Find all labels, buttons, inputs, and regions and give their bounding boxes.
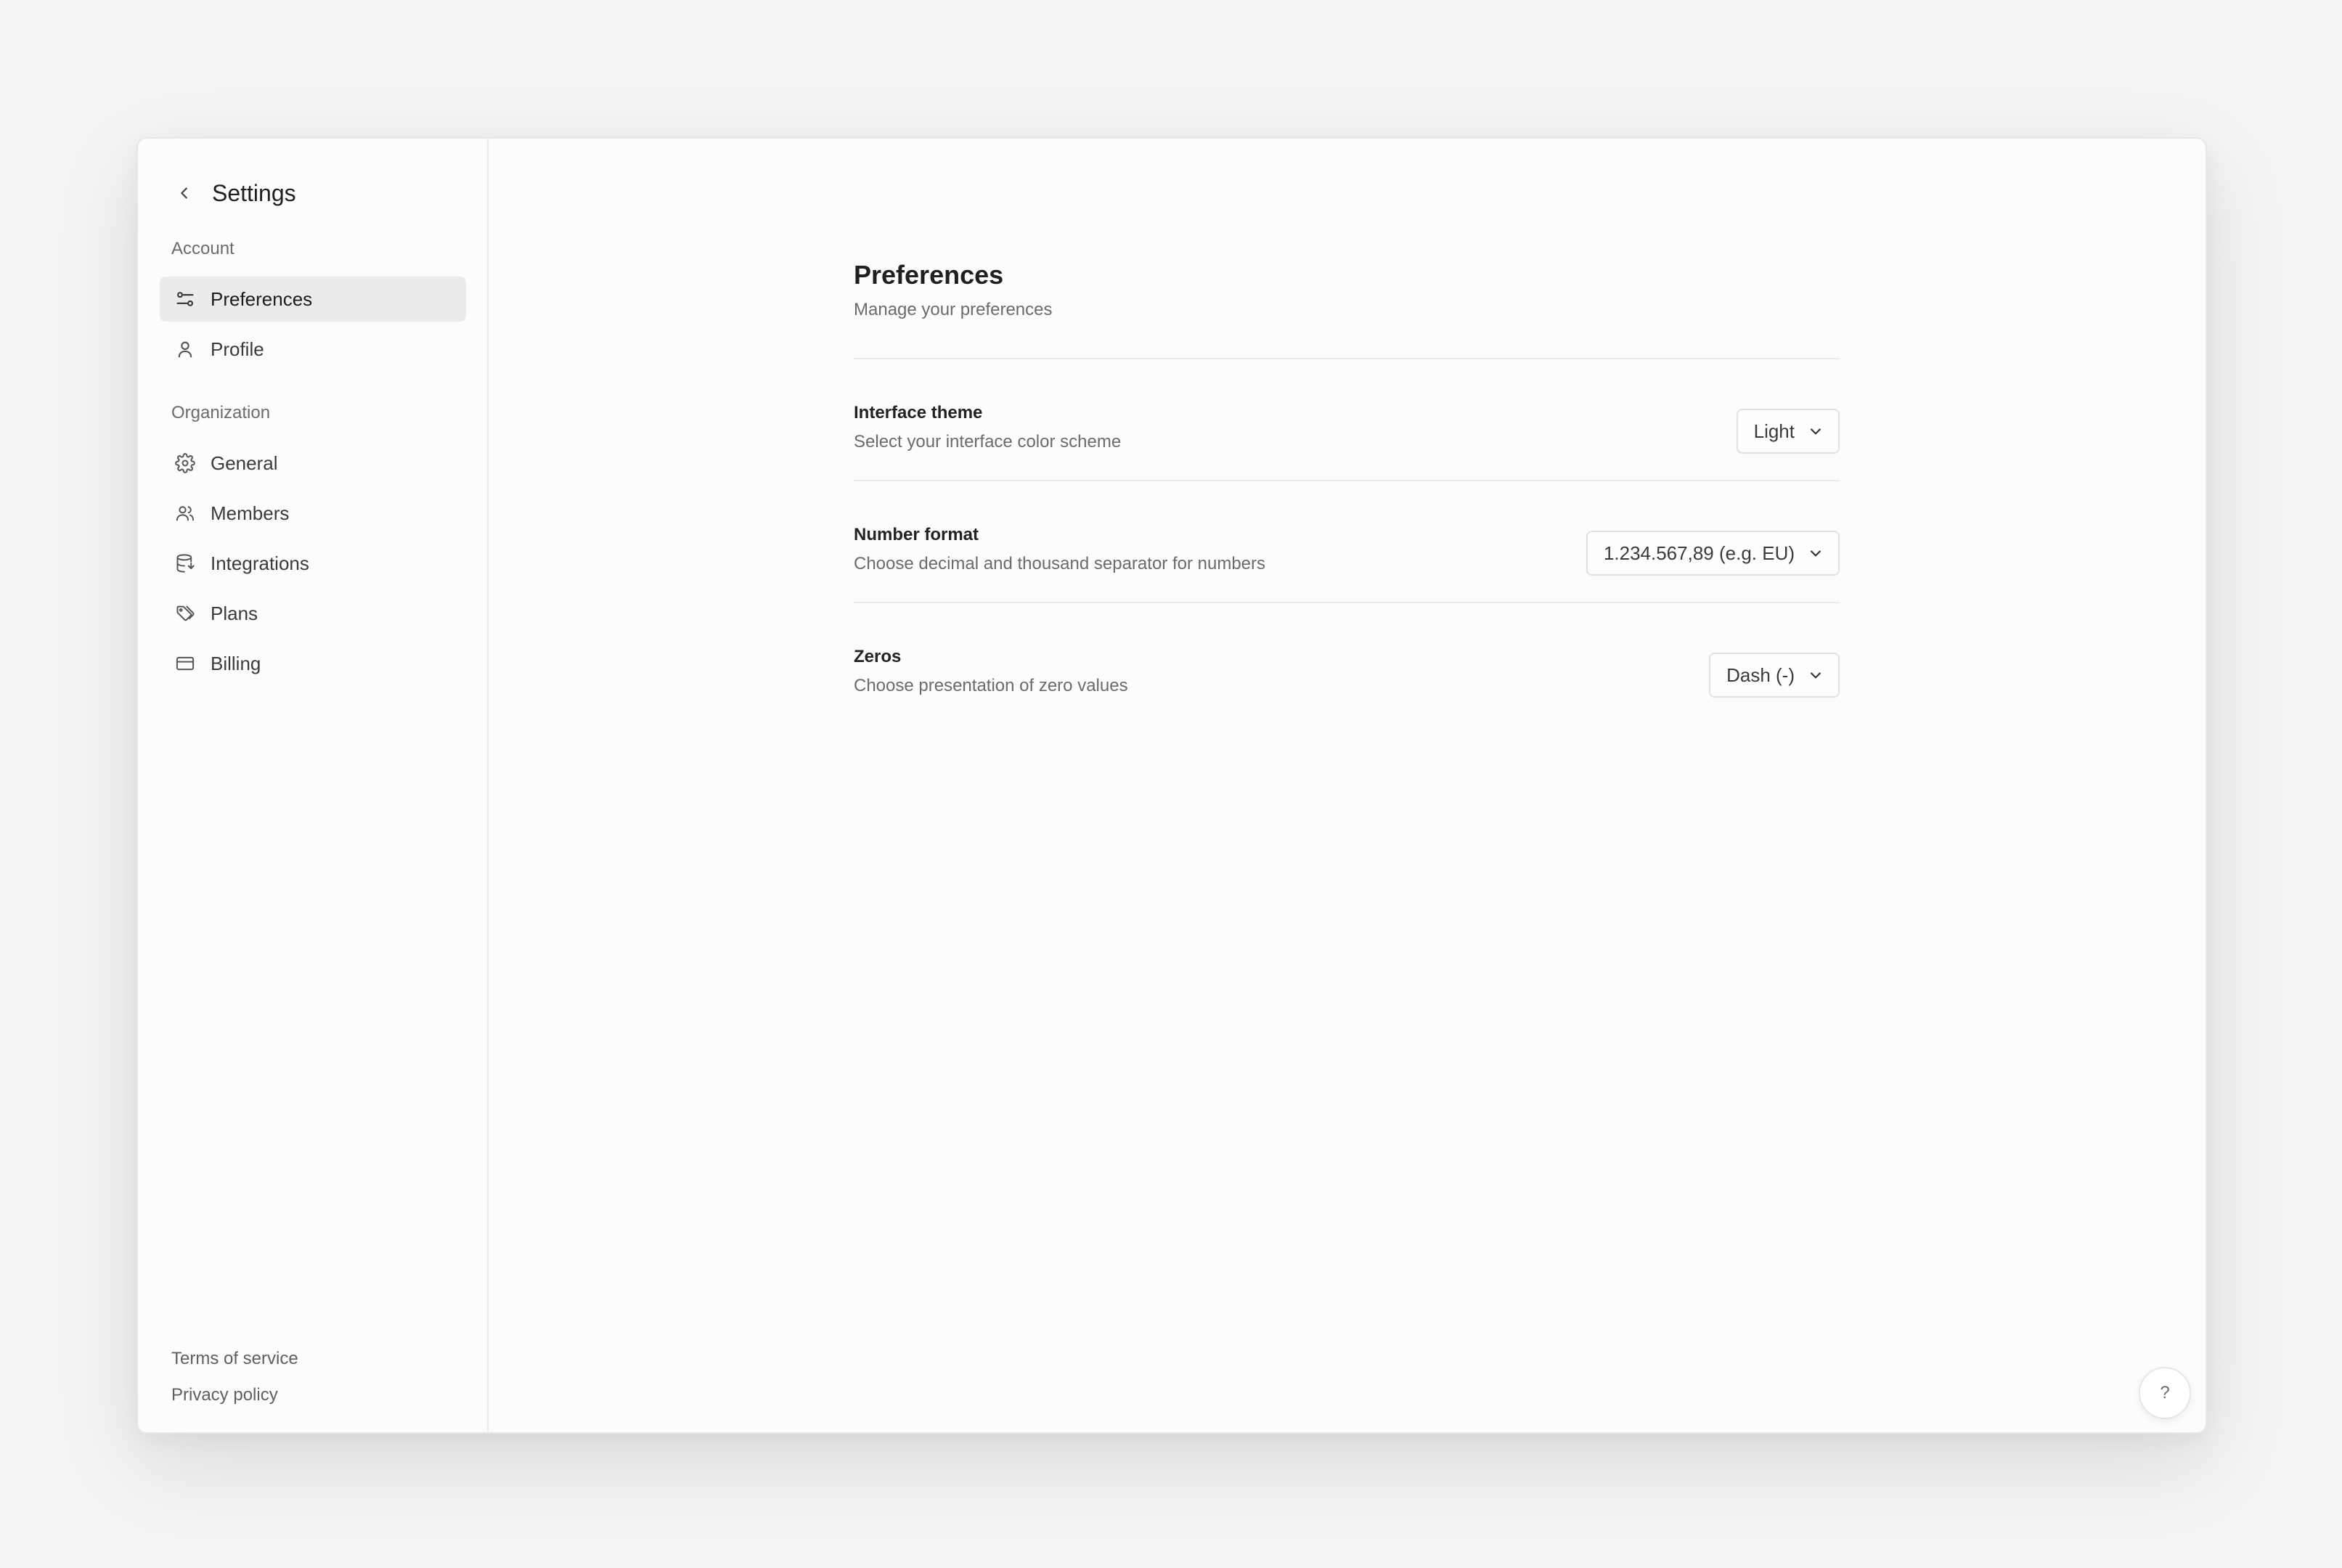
preference-text: Number format Choose decimal and thousan… [854,525,1265,574]
sidebar-item-label: Profile [211,338,264,360]
interface-theme-select[interactable]: Light [1736,409,1840,454]
chevron-down-icon [1808,667,1824,683]
sidebar-item-profile[interactable]: Profile [160,327,466,372]
preference-row-number-format: Number format Choose decimal and thousan… [854,481,1840,603]
sidebar-item-members[interactable]: Members [160,491,466,536]
preference-description: Choose presentation of zero values [854,676,1128,695]
preference-description: Choose decimal and thousand separator fo… [854,554,1265,573]
sidebar-header: Settings [170,168,296,219]
sliders-icon [174,288,196,310]
help-button[interactable]: ? [2139,1367,2191,1419]
credit-card-icon [174,653,196,674]
preference-row-interface-theme: Interface theme Select your interface co… [854,359,1840,481]
sidebar-item-label: General [211,452,278,474]
tags-icon [174,603,196,624]
users-icon [174,502,196,524]
select-value: 1.234.567,89 (e.g. EU) [1603,542,1795,564]
sidebar: Settings Account Preferences Profile Org… [138,139,489,1432]
sidebar-item-integrations[interactable]: Integrations [160,541,466,586]
terms-of-service-link[interactable]: Terms of service [171,1349,298,1369]
sidebar-item-label: Billing [211,652,261,674]
preference-text: Interface theme Select your interface co… [854,403,1121,452]
sidebar-item-label: Preferences [211,287,313,310]
user-icon [174,338,196,360]
preference-label: Number format [854,525,979,544]
select-value: Light [1753,420,1795,442]
chevron-down-icon [1808,423,1824,439]
preference-label: Interface theme [854,403,983,422]
back-button[interactable] [170,179,199,208]
sidebar-item-plans[interactable]: Plans [160,591,466,636]
chevron-left-icon [181,187,187,199]
section-label-organization: Organization [171,403,271,422]
zeros-select[interactable]: Dash (-) [1709,653,1840,698]
chevron-down-icon [1808,545,1824,561]
preferences-content: Preferences Manage your preferences Inte… [854,255,1840,724]
section-label-account: Account [171,239,234,258]
sidebar-item-billing[interactable]: Billing [160,641,466,686]
settings-window: Settings Account Preferences Profile Org… [136,137,2207,1434]
gear-icon [174,452,196,474]
number-format-select[interactable]: 1.234.567,89 (e.g. EU) [1586,531,1840,576]
select-value: Dash (-) [1726,663,1795,686]
database-icon [174,552,196,574]
page-title: Preferences [854,260,1004,290]
preference-description: Select your interface color scheme [854,432,1122,452]
sidebar-item-label: Plans [211,602,258,624]
preference-label: Zeros [854,647,902,666]
sidebar-item-label: Members [211,502,290,524]
sidebar-item-preferences[interactable]: Preferences [160,277,466,322]
privacy-policy-link[interactable]: Privacy policy [171,1385,278,1405]
main-panel: Preferences Manage your preferences Inte… [489,139,2206,1432]
sidebar-item-general[interactable]: General [160,441,466,486]
preference-text: Zeros Choose presentation of zero values [854,647,1128,696]
preference-row-zeros: Zeros Choose presentation of zero values… [854,603,1840,724]
sidebar-item-label: Integrations [211,552,309,574]
page-subtitle: Manage your preferences [854,300,1053,319]
sidebar-title: Settings [212,179,296,206]
